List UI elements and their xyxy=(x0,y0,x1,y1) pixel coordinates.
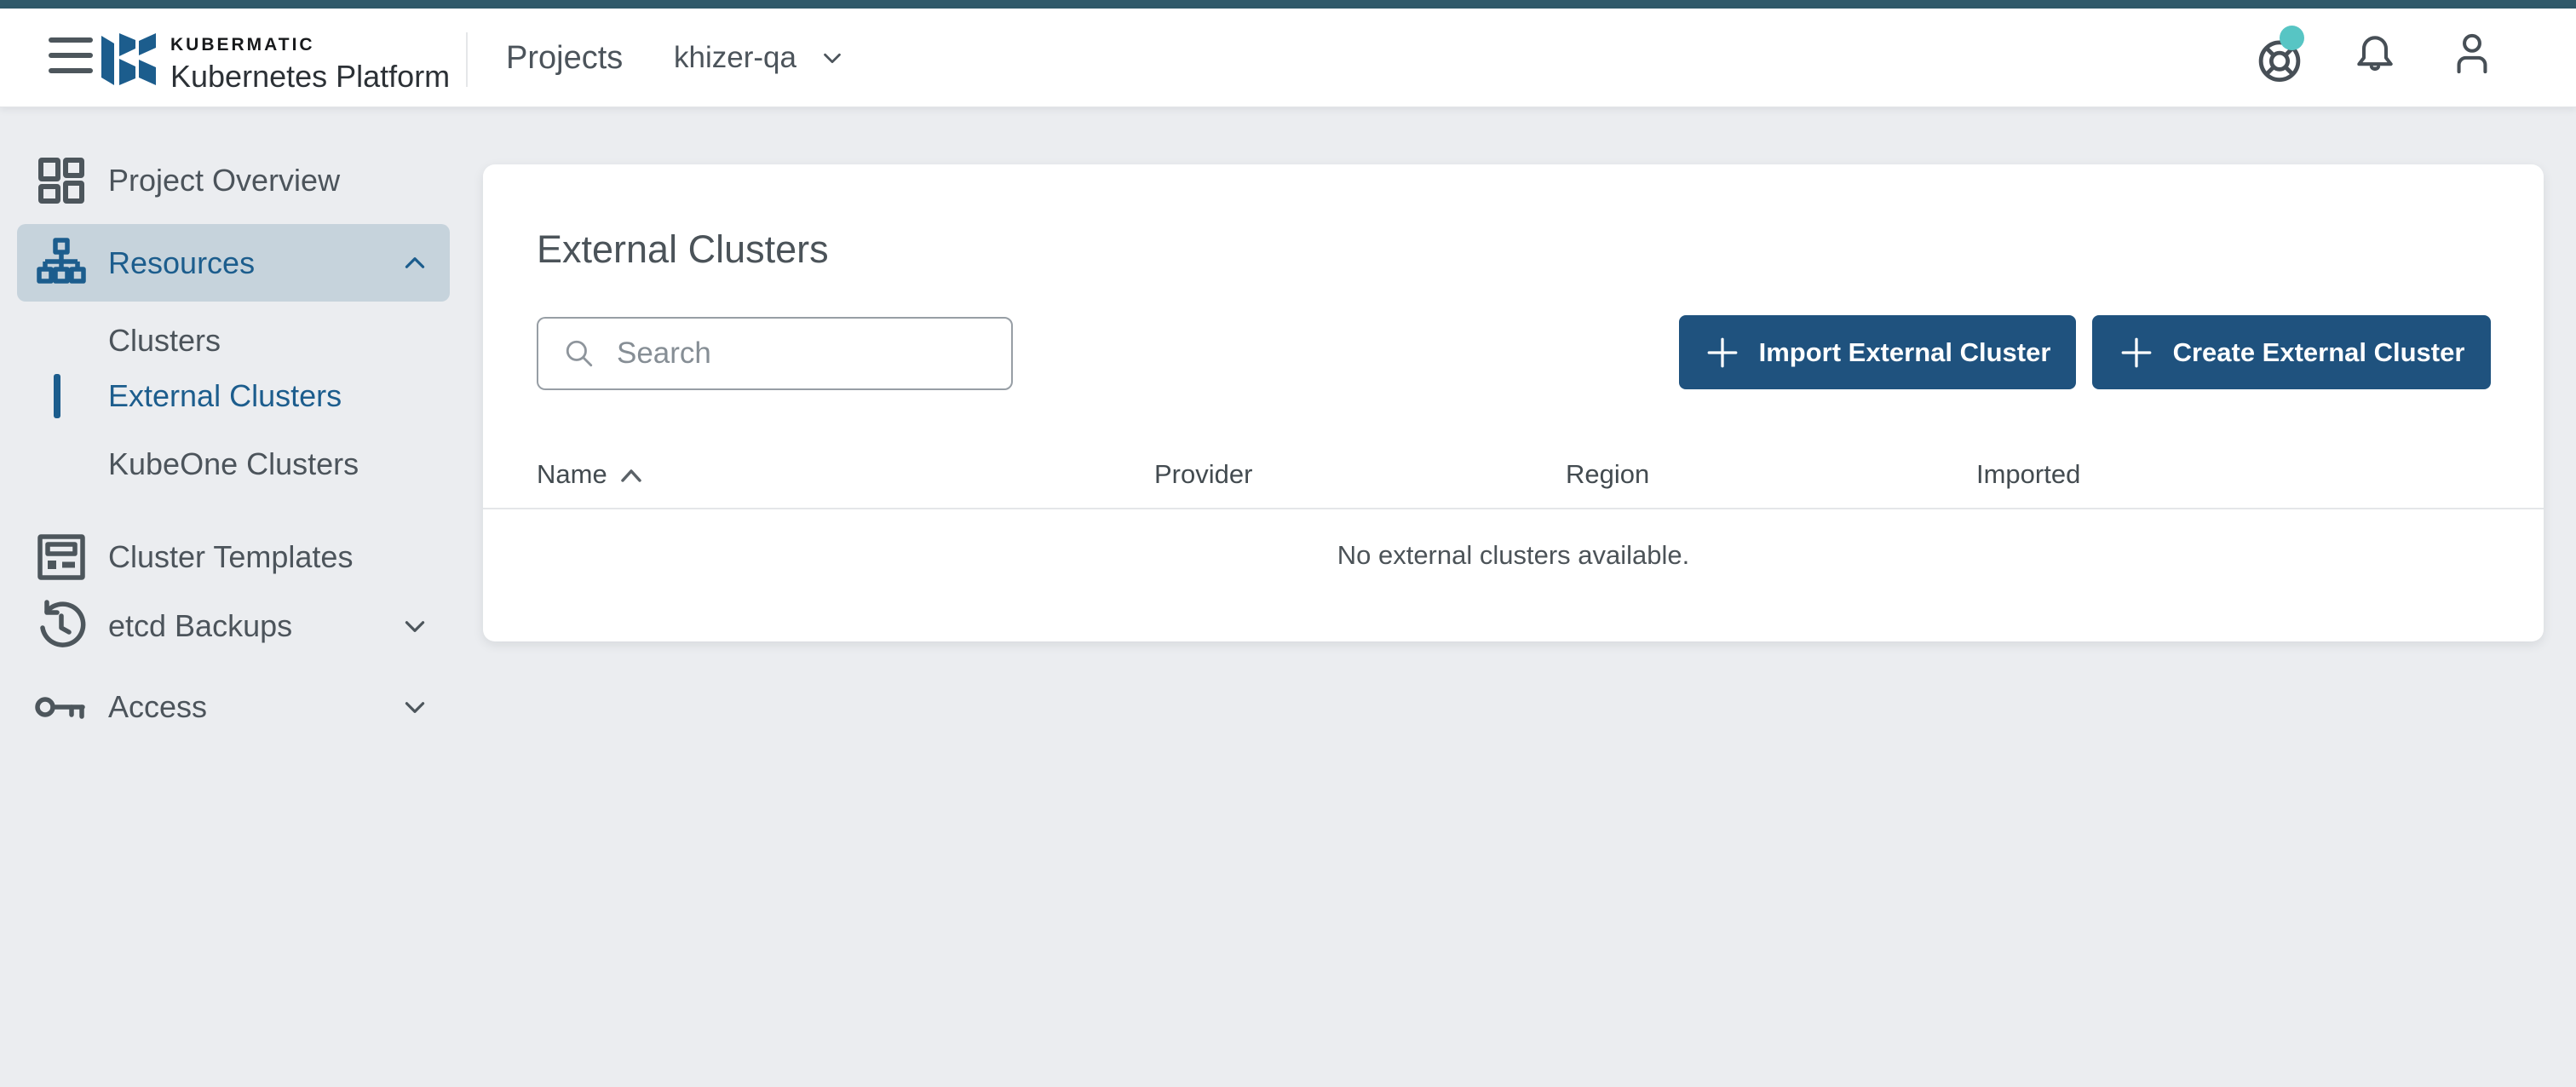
plus-icon xyxy=(1707,337,1737,367)
sidebar-label: Project Overview xyxy=(108,163,341,198)
sidebar-label: Clusters xyxy=(108,323,221,358)
empty-state-message: No external clusters available. xyxy=(1337,540,1690,570)
column-header-provider: Provider xyxy=(1154,459,1253,489)
sidebar-item-kubeone-clusters[interactable]: KubeOne Clusters xyxy=(0,432,460,497)
chevron-down-icon xyxy=(405,702,425,713)
template-icon xyxy=(37,534,85,580)
sidebar-item-external-clusters[interactable]: External Clusters xyxy=(0,364,460,428)
chevron-down-icon xyxy=(405,621,425,632)
sidebar-label: Access xyxy=(108,689,208,724)
column-header-imported: Imported xyxy=(1976,459,2081,489)
projects-nav-link[interactable]: Projects xyxy=(506,9,623,107)
sitemap-icon xyxy=(37,237,86,284)
chevron-up-icon xyxy=(405,256,425,268)
kubermatic-logo[interactable] xyxy=(97,32,160,87)
column-header-name[interactable]: Name xyxy=(537,459,1154,490)
sidebar-label: External Clusters xyxy=(108,378,342,413)
table-header-row: Name Provider Region Imported xyxy=(483,441,2544,509)
import-external-cluster-button[interactable]: Import External Cluster xyxy=(1679,315,2076,389)
bell-icon[interactable] xyxy=(2353,32,2397,76)
sidebar-item-access[interactable]: Access xyxy=(17,669,450,745)
project-selector-value: khizer-qa xyxy=(674,41,796,74)
sidebar-item-resources[interactable]: Resources xyxy=(17,224,450,302)
brand-subtitle: Kubernetes Platform xyxy=(170,59,451,94)
sidebar-item-etcd-backups[interactable]: etcd Backups xyxy=(17,588,450,664)
key-icon xyxy=(35,697,85,719)
sidebar-label: Cluster Templates xyxy=(108,539,354,574)
page-title: External Clusters xyxy=(537,227,829,271)
sort-asc-icon xyxy=(620,469,641,482)
top-accent-strip xyxy=(0,0,2576,9)
search-input[interactable] xyxy=(617,336,991,371)
sidebar-label: Resources xyxy=(108,244,256,280)
sidebar-item-cluster-templates[interactable]: Cluster Templates xyxy=(17,519,450,595)
header-divider xyxy=(466,32,468,87)
project-selector[interactable]: khizer-qa xyxy=(674,9,845,107)
sidebar: Project Overview Resources Clusters Exte… xyxy=(0,108,460,1087)
button-label: Create External Cluster xyxy=(2172,336,2465,367)
brand-name: KUBERMATIC xyxy=(170,35,315,55)
plus-icon xyxy=(2121,337,2151,367)
dashboard-icon xyxy=(38,158,84,204)
search-icon xyxy=(566,340,593,367)
notification-badge-dot xyxy=(2280,26,2304,50)
hamburger-menu-icon[interactable] xyxy=(49,37,93,73)
external-clusters-card: External Clusters Import External Cluste… xyxy=(483,164,2544,641)
search-box xyxy=(537,317,1013,390)
active-item-indicator xyxy=(54,374,60,418)
sidebar-label: etcd Backups xyxy=(108,608,293,643)
app-header: KUBERMATIC Kubernetes Platform Projects … xyxy=(0,9,2576,107)
sidebar-item-project-overview[interactable]: Project Overview xyxy=(17,142,450,219)
sidebar-label: KubeOne Clusters xyxy=(108,446,359,481)
user-icon[interactable] xyxy=(2450,32,2494,76)
button-label: Import External Cluster xyxy=(1758,336,2051,367)
column-header-region: Region xyxy=(1566,459,1650,489)
history-icon xyxy=(40,600,86,647)
create-external-cluster-button[interactable]: Create External Cluster xyxy=(2092,315,2491,389)
brand-text: KUBERMATIC Kubernetes Platform xyxy=(170,35,450,95)
chevron-down-icon xyxy=(824,53,841,64)
